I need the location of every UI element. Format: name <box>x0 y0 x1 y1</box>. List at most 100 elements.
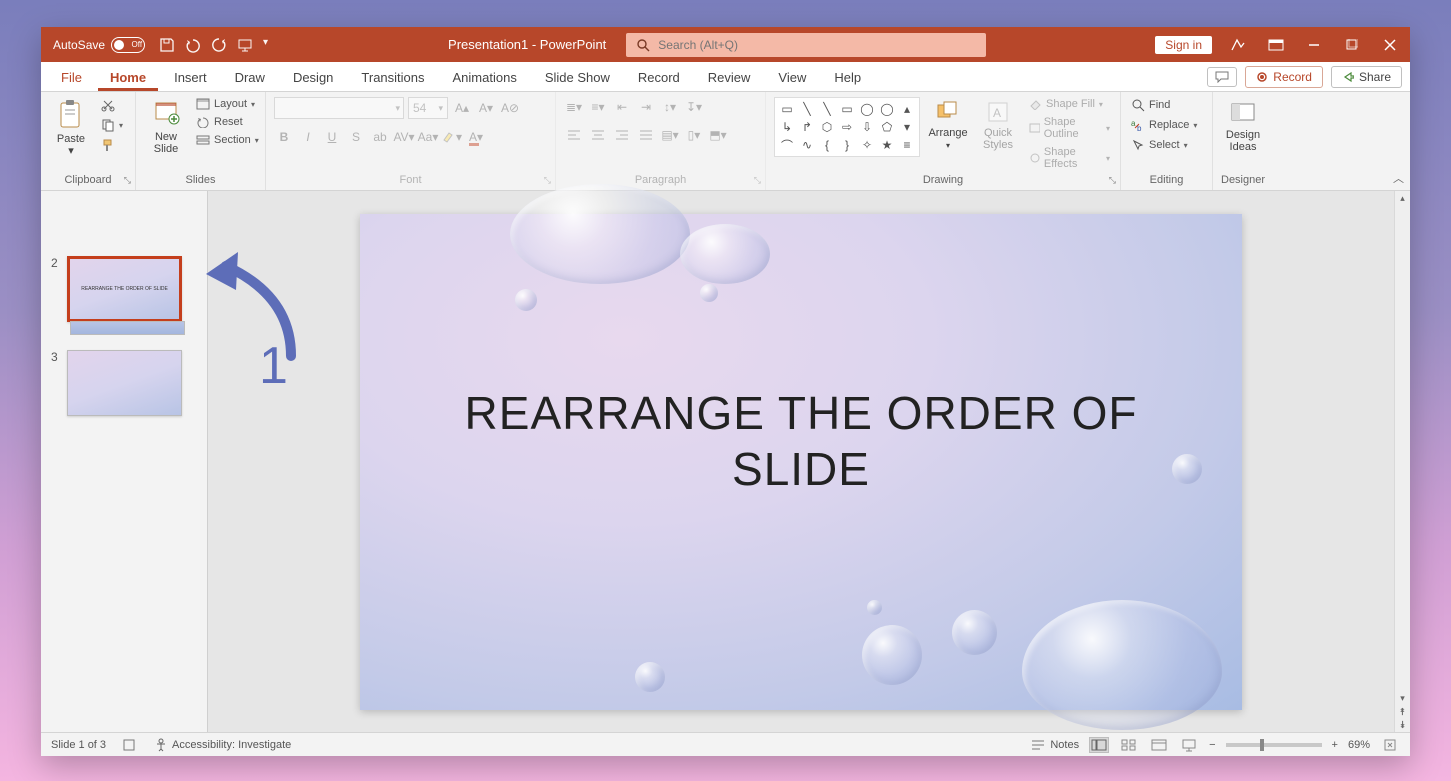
tab-animations[interactable]: Animations <box>441 64 529 91</box>
font-family-select[interactable]: ▾ <box>274 97 404 119</box>
shape-effects-button[interactable]: Shape Effects▾ <box>1026 145 1112 171</box>
find-button[interactable]: Find <box>1129 97 1199 113</box>
cut-button[interactable] <box>99 97 125 113</box>
slideshow-view-button[interactable] <box>1179 737 1199 753</box>
vertical-scrollbar[interactable]: ▴ ▾ ⯭ ⯯ <box>1394 191 1410 732</box>
new-slide-button[interactable]: New Slide <box>144 97 188 157</box>
sign-in-button[interactable]: Sign in <box>1155 36 1212 54</box>
slide-position[interactable]: Slide 1 of 3 <box>51 739 106 751</box>
tab-slideshow[interactable]: Slide Show <box>533 64 622 91</box>
collapse-ribbon-icon[interactable]: ︿ <box>1393 170 1404 186</box>
notes-button[interactable]: Notes <box>1030 739 1079 751</box>
strike-button[interactable]: S <box>346 127 366 147</box>
comments-button[interactable] <box>1207 67 1237 87</box>
quick-styles-button[interactable]: A Quick Styles <box>976 97 1020 153</box>
qat-customize-icon[interactable]: ▾ <box>263 37 279 53</box>
ribbon-display-icon[interactable] <box>1264 33 1288 57</box>
scroll-track[interactable] <box>1395 206 1410 691</box>
next-slide-icon[interactable]: ⯯ <box>1399 719 1407 732</box>
tab-home[interactable]: Home <box>98 64 158 91</box>
line-spacing-button[interactable]: ↕▾ <box>660 97 680 117</box>
thumbnail-slide-3[interactable] <box>67 350 182 416</box>
shape-textbox-icon[interactable]: ▭ <box>778 101 796 117</box>
shadow-button[interactable]: ab <box>370 127 390 147</box>
replace-button[interactable]: abReplace▾ <box>1129 117 1199 133</box>
font-color-button[interactable]: A▾ <box>466 127 486 147</box>
tab-file[interactable]: File <box>49 64 94 91</box>
coming-soon-icon[interactable] <box>1226 33 1250 57</box>
font-size-select[interactable]: 54▾ <box>408 97 448 119</box>
prev-slide-icon[interactable]: ⯭ <box>1399 706 1407 719</box>
layout-button[interactable]: Layout▾ <box>194 97 261 111</box>
tab-design[interactable]: Design <box>281 64 345 91</box>
reading-view-button[interactable] <box>1149 737 1169 753</box>
tab-insert[interactable]: Insert <box>162 64 219 91</box>
zoom-level[interactable]: 69% <box>1348 739 1370 751</box>
search-box[interactable] <box>626 33 986 57</box>
clear-formatting-icon[interactable]: A⊘ <box>500 98 520 118</box>
undo-icon[interactable] <box>185 37 201 53</box>
zoom-slider[interactable] <box>1226 743 1322 747</box>
smartart-convert-button[interactable]: ⬒▾ <box>708 125 728 145</box>
format-painter-button[interactable] <box>99 137 125 153</box>
normal-view-button[interactable] <box>1089 737 1109 753</box>
scroll-up-icon[interactable]: ▴ <box>1398 191 1407 206</box>
decrease-indent-button[interactable]: ⇤ <box>612 97 632 117</box>
section-button[interactable]: Section▾ <box>194 133 261 147</box>
underline-button[interactable]: U <box>322 127 342 147</box>
autosave-toggle[interactable]: AutoSave Off <box>53 37 145 53</box>
save-icon[interactable] <box>159 37 175 53</box>
scroll-down-icon[interactable]: ▾ <box>1398 691 1407 706</box>
slide-canvas[interactable]: REARRANGE THE ORDER OF SLIDE <box>360 214 1242 710</box>
dialog-launcher-icon[interactable]: ⤡ <box>124 175 131 186</box>
highlight-button[interactable]: ▾ <box>442 127 462 147</box>
slide-canvas-area[interactable]: REARRANGE THE ORDER OF SLIDE <box>208 191 1394 732</box>
reset-button[interactable]: Reset <box>194 115 261 129</box>
select-button[interactable]: Select▾ <box>1129 137 1199 153</box>
maximize-button[interactable] <box>1340 33 1364 57</box>
tab-review[interactable]: Review <box>696 64 763 91</box>
paste-button[interactable]: Paste▾ <box>49 97 93 159</box>
tab-help[interactable]: Help <box>822 64 873 91</box>
fit-to-window-button[interactable] <box>1380 737 1400 753</box>
shape-outline-button[interactable]: Shape Outline▾ <box>1026 115 1112 141</box>
share-button[interactable]: Share <box>1331 66 1402 88</box>
columns-button[interactable]: ▤▾ <box>660 125 680 145</box>
align-left-button[interactable] <box>564 125 584 145</box>
align-text-button[interactable]: ▯▾ <box>684 125 704 145</box>
italic-button[interactable]: I <box>298 127 318 147</box>
spellcheck-icon[interactable] <box>120 737 140 753</box>
arrange-button[interactable]: Arrange▾ <box>926 97 970 152</box>
justify-button[interactable] <box>636 125 656 145</box>
increase-indent-button[interactable]: ⇥ <box>636 97 656 117</box>
shapes-gallery[interactable]: ▭╲╲▭◯◯▴ ↳↱⬡⇨⇩⬠▾ ⌒∿{}✧★≡ <box>774 97 920 157</box>
copy-button[interactable]: ▾ <box>99 117 125 133</box>
design-ideas-button[interactable]: Design Ideas <box>1221 97 1265 155</box>
tab-view[interactable]: View <box>766 64 818 91</box>
dialog-launcher-icon[interactable]: ⤡ <box>754 175 761 186</box>
shape-fill-button[interactable]: Shape Fill▾ <box>1026 97 1112 111</box>
close-button[interactable] <box>1378 33 1402 57</box>
slide-title[interactable]: REARRANGE THE ORDER OF SLIDE <box>465 386 1138 496</box>
accessibility-status[interactable]: Accessibility: Investigate <box>154 738 291 752</box>
zoom-out-button[interactable]: − <box>1209 739 1215 751</box>
record-button[interactable]: Record <box>1245 66 1323 88</box>
minimize-button[interactable] <box>1302 33 1326 57</box>
zoom-in-button[interactable]: + <box>1332 739 1338 751</box>
redo-icon[interactable] <box>211 37 227 53</box>
slideshow-from-start-icon[interactable] <box>237 37 253 53</box>
bullets-button[interactable]: ≣▾ <box>564 97 584 117</box>
slide-sorter-button[interactable] <box>1119 737 1139 753</box>
align-right-button[interactable] <box>612 125 632 145</box>
dialog-launcher-icon[interactable]: ⤡ <box>1109 175 1116 186</box>
tab-record[interactable]: Record <box>626 64 692 91</box>
decrease-font-icon[interactable]: A▾ <box>476 98 496 118</box>
change-case-button[interactable]: Aa▾ <box>418 127 438 147</box>
text-direction-button[interactable]: ↧▾ <box>684 97 704 117</box>
search-input[interactable] <box>658 38 976 52</box>
dialog-launcher-icon[interactable]: ⤡ <box>544 175 551 186</box>
increase-font-icon[interactable]: A▴ <box>452 98 472 118</box>
tab-draw[interactable]: Draw <box>223 64 277 91</box>
thumbnail-slide-2[interactable]: REARRANGE THE ORDER OF SLIDE <box>67 256 182 322</box>
bold-button[interactable]: B <box>274 127 294 147</box>
